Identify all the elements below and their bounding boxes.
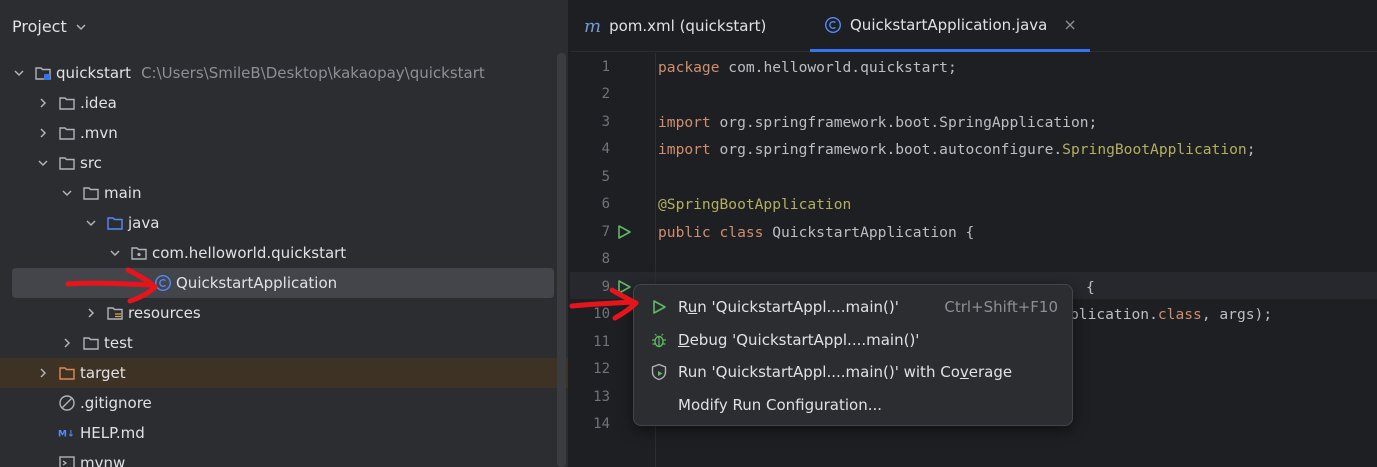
tree-item-src[interactable]: src [12,148,554,178]
code-line-6[interactable]: @SpringBootApplication [658,196,851,213]
tab-quickstart-application[interactable]: QuickstartApplication.java × [810,0,1090,52]
code-line-9-visible[interactable]: { [1086,279,1095,296]
menu-item-label: Run 'QuickstartAppl....main()' with Cove… [678,363,1013,381]
chevron-down-icon[interactable] [84,216,98,230]
line-number: 7 [601,224,610,240]
markdown-icon: M↓ [58,424,76,442]
module-path: C:\Users\SmileB\Desktop\kakaopay\quickst… [141,64,485,82]
tree-item-resources[interactable]: resources [12,298,554,328]
menu-shortcut: Ctrl+Shift+F10 [944,298,1058,316]
line-number: 10 [593,306,610,322]
code-line-1[interactable]: package com.helloworld.quickstart; [658,59,957,76]
line-number: 8 [601,251,610,267]
line-number: 6 [601,196,610,212]
tree-item-quickstart-application[interactable]: QuickstartApplication [12,268,554,298]
java-class-icon [824,16,842,34]
tree-item-help-md[interactable]: M↓ HELP.md [12,418,554,448]
code-line-10-visible[interactable]: plication.class, args); [1070,306,1272,323]
tree-item-mvn[interactable]: .mvn [12,118,554,148]
chevron-right-icon[interactable] [36,96,50,110]
line-number: 2 [601,86,610,102]
line-number: 4 [601,141,610,157]
run-gutter-icon[interactable] [616,224,632,240]
tree-scrollbar[interactable] [557,53,566,467]
menu-item-run-with-coverage[interactable]: Run 'QuickstartAppl....main()' with Cove… [640,357,1066,387]
code-line-4[interactable]: import org.springframework.boot.autoconf… [658,141,1255,158]
line-number: 12 [593,361,610,377]
menu-item-run[interactable]: Run 'QuickstartAppl....main()' Ctrl+Shif… [640,292,1066,322]
ignore-file-icon [58,394,76,412]
run-gutter-icon[interactable] [616,279,632,295]
line-number: 9 [601,279,610,295]
menu-item-label: Debug 'QuickstartAppl....main()' [678,331,920,349]
chevron-down-icon[interactable] [60,186,74,200]
close-icon[interactable]: × [1063,15,1076,34]
resources-folder-icon [106,304,124,322]
project-header[interactable]: Project [0,0,568,53]
menu-item-debug[interactable]: Debug 'QuickstartAppl....main()' [640,325,1066,355]
tab-label: pom.xml (quickstart) [609,17,767,35]
line-number: 11 [593,334,610,350]
tree-item-mvnw[interactable]: mvnw [12,448,554,467]
tab-label: QuickstartApplication.java [850,15,1048,34]
project-title: Project [12,17,67,36]
tree-item-target[interactable]: target [0,358,568,388]
chevron-right-icon[interactable] [36,366,50,380]
source-folder-icon [106,214,124,232]
line-number: 1 [601,59,610,75]
code-line-7[interactable]: public class QuickstartApplication { [658,224,974,241]
line-number: 14 [593,416,610,432]
excluded-folder-icon [58,364,76,382]
java-class-icon [154,274,172,292]
project-panel: Project quickstart C:\Users\SmileB\Deskt… [0,0,568,467]
tree-item-package[interactable]: com.helloworld.quickstart [12,238,554,268]
chevron-right-icon[interactable] [84,306,98,320]
shell-script-icon [58,454,76,467]
tree-item-java[interactable]: java [12,208,554,238]
folder-icon [58,94,76,112]
tree-item-test[interactable]: test [12,328,554,358]
folder-icon [82,334,100,352]
run-context-menu: Run 'QuickstartAppl....main()' Ctrl+Shif… [633,284,1073,426]
folder-icon [82,184,100,202]
menu-item-label: Modify Run Configuration... [678,396,883,414]
menu-item-modify-run-configuration[interactable]: Modify Run Configuration... [640,390,1066,420]
chevron-down-icon[interactable] [36,156,50,170]
tree-item-main[interactable]: main [12,178,554,208]
chevron-right-icon[interactable] [36,126,50,140]
tree-item-idea[interactable]: .idea [12,88,554,118]
maven-icon: m [584,15,602,37]
debug-bug-icon [650,331,668,349]
tree-item-quickstart[interactable]: quickstart C:\Users\SmileB\Desktop\kakao… [12,58,554,88]
run-icon [650,298,668,316]
chevron-down-icon [76,23,86,30]
chevron-right-icon[interactable] [60,336,74,350]
line-number: 13 [593,389,610,405]
package-icon [130,244,148,262]
code-line-3[interactable]: import org.springframework.boot.SpringAp… [658,114,1097,131]
folder-icon [58,154,76,172]
tree-item-gitignore[interactable]: .gitignore [12,388,554,418]
svg-text:M↓: M↓ [58,429,75,439]
chevron-down-icon[interactable] [108,246,122,260]
folder-icon [58,124,76,142]
chevron-down-icon[interactable] [12,66,26,80]
line-number: 5 [601,169,610,185]
coverage-shield-icon [650,363,668,381]
tab-pom-xml[interactable]: m pom.xml (quickstart) [584,0,766,52]
editor-tab-bar: m pom.xml (quickstart) QuickstartApplica… [570,0,1377,52]
menu-item-label: Run 'QuickstartAppl....main()' [678,298,899,316]
line-number: 3 [601,114,610,130]
module-folder-icon [34,64,52,82]
